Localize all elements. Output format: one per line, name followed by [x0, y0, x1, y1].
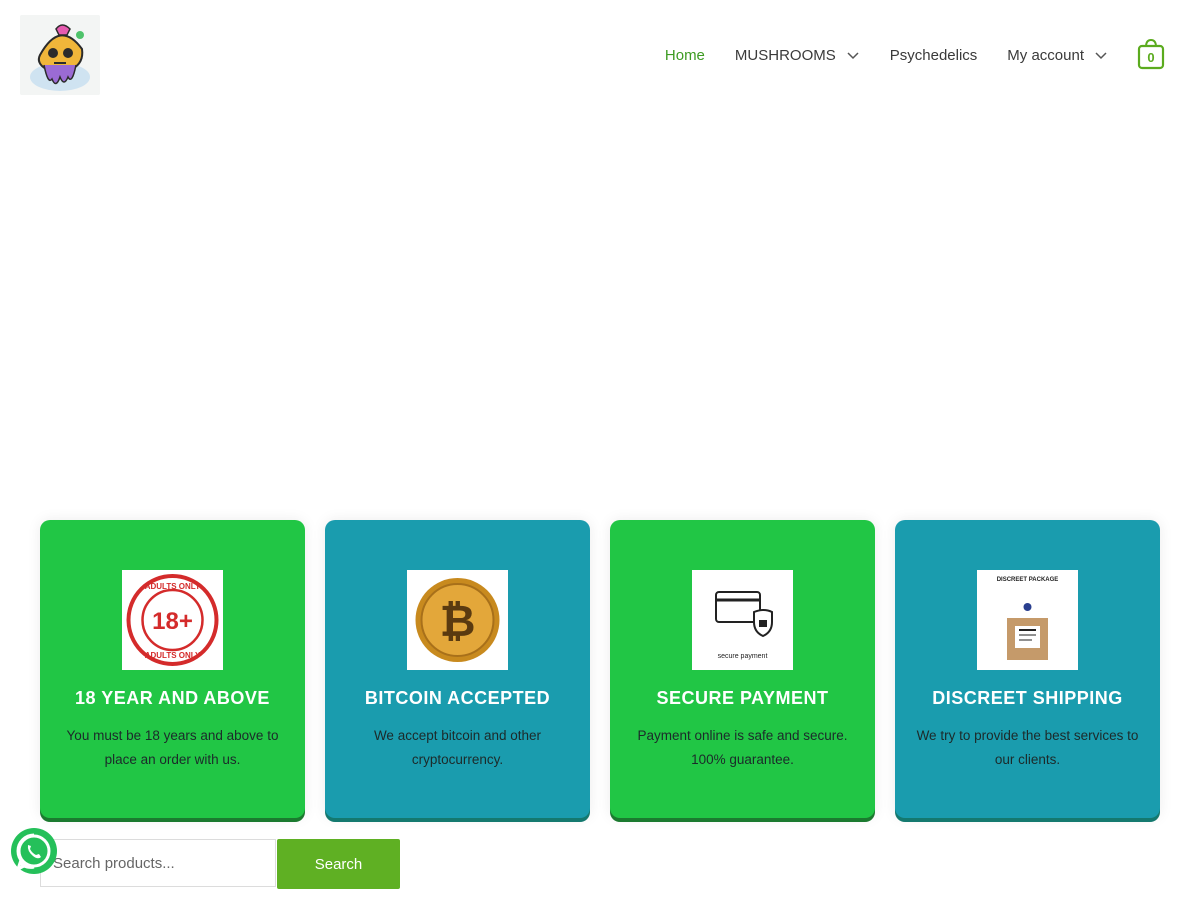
site-logo[interactable] — [20, 15, 100, 95]
svg-text:ADULTS ONLY: ADULTS ONLY — [145, 582, 201, 591]
feature-text: You must be 18 years and above to place … — [66, 728, 279, 767]
svg-text:₿: ₿ — [440, 597, 476, 646]
svg-text:secure payment: secure payment — [718, 653, 768, 660]
adults-only-icon: 18+ ADULTS ONLY ADULTS ONLY — [122, 570, 223, 670]
site-header: Home MUSHROOMS Psychedelics My account 0 — [0, 0, 1200, 110]
bitcoin-icon: ₿ — [407, 570, 508, 670]
feature-text: Payment online is safe and secure. 100% … — [637, 728, 848, 767]
discreet-package-icon: DISCREET PACKAGE — [977, 570, 1078, 670]
nav-home-label: Home — [664, 46, 705, 64]
whatsapp-icon — [11, 828, 57, 874]
secure-payment-icon: secure payment — [692, 570, 793, 670]
whatsapp-button[interactable] — [10, 827, 58, 875]
cart-button[interactable]: 0 — [1137, 38, 1165, 70]
search-button[interactable]: Search — [277, 839, 400, 889]
feature-card-bitcoin: ₿ BITCOIN ACCEPTED We accept bitcoin and… — [325, 520, 590, 818]
svg-text:DISCREET PACKAGE: DISCREET PACKAGE — [997, 577, 1059, 583]
nav-my-account-label: My account — [1007, 46, 1084, 64]
features-section: 18+ ADULTS ONLY ADULTS ONLY 18 YEAR AND … — [40, 520, 1160, 818]
feature-card-age: 18+ ADULTS ONLY ADULTS ONLY 18 YEAR AND … — [40, 520, 305, 818]
chevron-down-icon — [847, 52, 859, 60]
svg-text:ADULTS ONLY: ADULTS ONLY — [145, 651, 201, 660]
chevron-down-icon — [1095, 52, 1107, 60]
nav-mushrooms-label: MUSHROOMS — [734, 46, 836, 64]
nav-psychedelics-label: Psychedelics — [889, 46, 978, 64]
feature-title: SECURE PAYMENT — [656, 688, 829, 708]
mushroom-skull-logo-icon — [20, 15, 100, 95]
svg-text:18+: 18+ — [152, 608, 193, 635]
feature-title: DISCREET SHIPPING — [932, 688, 1123, 708]
nav-mushrooms[interactable]: MUSHROOMS — [735, 47, 860, 64]
feature-title: BITCOIN ACCEPTED — [364, 688, 551, 708]
feature-text: We accept bitcoin and other cryptocurren… — [373, 728, 542, 767]
cart-count: 0 — [1147, 50, 1155, 65]
feature-text: We try to provide the best services to o… — [916, 728, 1139, 767]
nav-home[interactable]: Home — [665, 47, 705, 64]
nav-psychedelics[interactable]: Psychedelics — [890, 47, 978, 64]
feature-title: 18 YEAR AND ABOVE — [75, 688, 270, 708]
search-input[interactable] — [40, 839, 276, 887]
feature-card-secure-payment: secure payment SECURE PAYMENT Payment on… — [610, 520, 875, 818]
feature-card-discreet-shipping: DISCREET PACKAGE DISCREET SHIPPING We tr… — [895, 520, 1160, 818]
nav-my-account[interactable]: My account — [1007, 47, 1108, 64]
main-nav: Home MUSHROOMS Psychedelics My account — [665, 42, 1108, 68]
